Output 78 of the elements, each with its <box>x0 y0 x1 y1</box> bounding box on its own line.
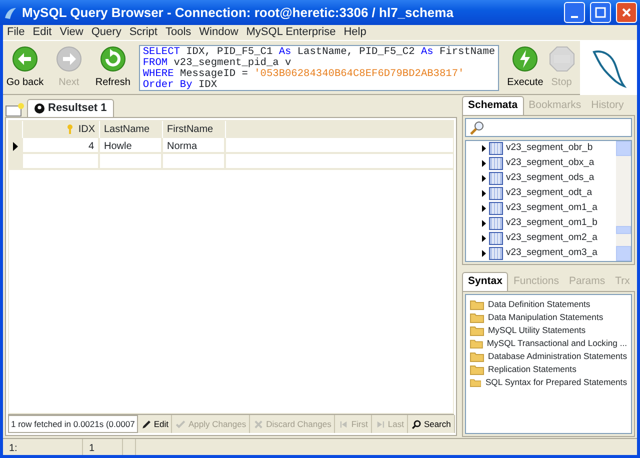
first-record-icon <box>338 418 350 430</box>
table-icon <box>489 217 503 230</box>
status-text: 1 row fetched in 0.0021s (0.0007 <box>8 415 138 433</box>
menu-item[interactable]: File <box>3 25 29 40</box>
tree-item[interactable]: v23_segment_om3_a <box>506 246 598 261</box>
checkmark-icon <box>175 418 186 430</box>
panel-tab[interactable]: Schemata <box>462 96 524 115</box>
pencil-icon <box>140 418 152 430</box>
syntax-item[interactable]: Database Administration Statements <box>488 350 627 363</box>
status-text: 1 <box>83 439 123 455</box>
syntax-item[interactable]: Replication Statements <box>488 363 576 376</box>
folder-icon <box>470 364 484 375</box>
tree-item[interactable]: v23_segment_ods_a <box>506 171 594 186</box>
toolbar-button[interactable]: Go back <box>3 45 47 90</box>
syntax-item[interactable]: Data Manipulation Statements <box>488 311 604 324</box>
folder-icon <box>470 377 482 388</box>
menu-item[interactable]: Script <box>125 25 162 40</box>
expand-arrow-icon <box>482 145 486 152</box>
resultset-icon <box>34 103 45 114</box>
syntax-item[interactable]: MySQL Utility Statements <box>488 324 586 337</box>
menu-item[interactable]: MySQL Enterprise <box>242 25 340 40</box>
maximize-button[interactable] <box>590 2 611 23</box>
tree-item[interactable]: v23_segment_om2_a <box>506 231 598 246</box>
table-icon <box>489 157 503 170</box>
tree-item[interactable]: v23_segment_odt_a <box>506 186 592 201</box>
minimize-button[interactable] <box>564 2 585 23</box>
tree-item[interactable]: v23_segment_om1_b <box>506 216 598 231</box>
last-record-icon <box>374 418 386 430</box>
table-icon <box>489 187 503 200</box>
lightning-icon <box>511 45 540 73</box>
search-icon <box>410 418 422 430</box>
toolbar-button[interactable]: Search <box>408 415 455 433</box>
menu-item[interactable]: Tools <box>161 25 196 40</box>
table-icon <box>489 172 503 185</box>
expand-arrow-icon <box>482 220 486 227</box>
result-tab[interactable]: Resultset 1 <box>27 99 114 117</box>
menu-item[interactable]: Edit <box>28 25 56 40</box>
folder-icon <box>470 338 483 349</box>
expand-arrow-icon <box>482 235 486 242</box>
maximize-icon <box>593 5 608 20</box>
cross-icon <box>253 418 264 430</box>
table-icon <box>489 232 503 245</box>
status-text: 1: <box>3 439 83 455</box>
search-field[interactable] <box>465 118 632 137</box>
toolbar-button[interactable]: Refresh <box>90 45 135 90</box>
stop-sign-icon <box>548 45 576 73</box>
menu-item[interactable]: Help <box>340 25 370 40</box>
query-editor[interactable]: SELECT IDX, PID_F5_C1 As LastName, PID_F5_C2 As FirstName FROM v23_segment_pid_a v WHERE MessageID = '053B06284340B64C8EF6D79BD2AB3817' Order By IDX <box>138 44 500 90</box>
menu-item[interactable]: Query <box>87 25 126 40</box>
expand-arrow-icon <box>482 250 486 257</box>
expand-arrow-icon <box>482 160 486 167</box>
menu-item[interactable]: View <box>56 25 88 40</box>
syntax-item[interactable]: SQL Syntax for Prepared Statements <box>485 376 627 389</box>
expand-arrow-icon <box>482 175 486 182</box>
scrollbar[interactable] <box>616 141 631 261</box>
tree-item[interactable]: v23_segment_obr_b <box>506 141 593 156</box>
folder-icon <box>470 312 484 323</box>
refresh-icon <box>98 45 127 73</box>
folder-icon <box>470 351 484 362</box>
minimize-icon <box>571 16 578 18</box>
window-title: MySQL Query Browser - Connection: root@heretic:3306 / hl7_schema <box>22 4 454 22</box>
panel-tab[interactable]: Syntax <box>462 272 508 291</box>
tree-item[interactable]: v23_segment_om1_a <box>506 201 598 216</box>
search-icon <box>469 120 485 136</box>
syntax-item[interactable]: Data Definition Statements <box>488 298 590 311</box>
dolphin-icon <box>3 6 17 20</box>
expand-arrow-icon <box>482 205 486 212</box>
toolbar-button[interactable]: Execute <box>507 45 544 90</box>
menu-item[interactable]: Window <box>195 25 242 40</box>
close-button[interactable] <box>616 2 637 23</box>
syntax-item[interactable]: MySQL Transactional and Locking ... <box>486 337 627 350</box>
key-icon <box>66 124 73 134</box>
tree-item[interactable]: v23_segment_obx_a <box>506 156 594 171</box>
table-icon <box>489 202 503 215</box>
toolbar-button[interactable]: Edit <box>138 415 172 433</box>
folder-icon <box>470 325 484 336</box>
folder-icon <box>470 299 484 310</box>
expand-arrow-icon <box>482 190 486 197</box>
